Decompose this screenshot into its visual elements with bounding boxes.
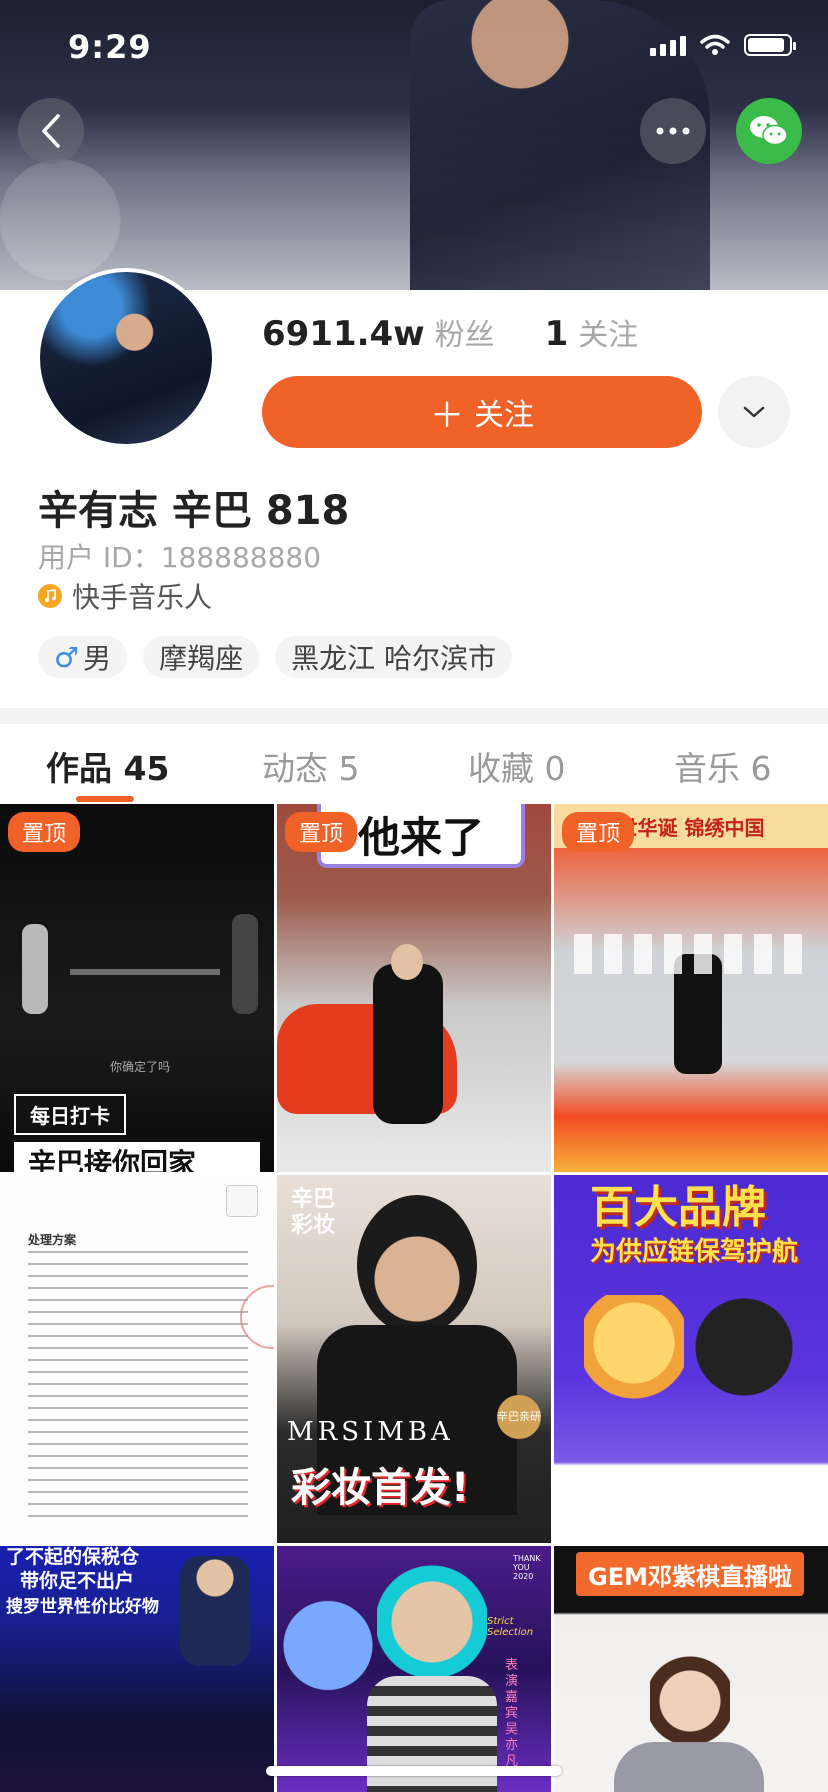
gender-label: 男 [83,642,112,675]
work-item[interactable]: 处理方案 [0,1175,274,1543]
wechat-icon [750,116,788,146]
pinned-badge: 置顶 [562,812,635,852]
work-caption: 带你足不出户 [20,1570,135,1592]
pinned-badge: 置顶 [8,812,81,852]
profile-stats: 6911.4w 粉丝 1 关注 [262,310,638,354]
follow-button[interactable]: ＋ 关注 [262,376,702,448]
work-item[interactable]: 了不起的保税仓 带你足不出户 搜罗世界性价比好物 [0,1546,274,1792]
pinned-badge: 置顶 [285,812,358,852]
back-button[interactable] [18,98,84,164]
verified-row: 快手音乐人 [38,576,212,616]
work-caption: 彩妆首发! [291,1465,470,1511]
verified-label: 快手音乐人 [72,581,213,614]
tab-music[interactable]: 音乐 6 [674,742,772,790]
work-item[interactable]: 他来了 置顶 [277,804,551,1172]
work-caption: 彩妆 [291,1213,336,1238]
work-item[interactable]: THANK YOU 2020 Strict Selection 表演嘉宾 吴亦凡 [277,1546,551,1792]
work-item[interactable]: 辛巴 彩妆 MRSIMBA 彩妆首发! 辛巴亲研 [277,1175,551,1543]
work-caption: 百大品牌 [590,1182,766,1233]
work-caption: 搜罗世界性价比好物 [6,1597,159,1617]
work-caption: MRSIMBA [287,1417,454,1447]
active-tab-indicator [76,796,134,802]
work-item[interactable]: 百大品牌 为供应链保驾护航 [554,1175,828,1543]
more-dots-icon [656,127,690,135]
wechat-share-button[interactable] [736,98,802,164]
status-time: 9:29 [68,28,152,66]
profile-tags: ♂ 男 摩羯座 黑龙江 哈尔滨市 [38,636,513,678]
work-caption: 辛巴 [291,1187,336,1212]
work-caption: GEM邓紫棋直播啦 [576,1552,804,1596]
wifi-icon [700,34,730,56]
profile-name: 辛有志 辛巴 818 [38,488,350,534]
follow-button-label: 关注 [474,398,534,433]
gender-tag: ♂ 男 [38,636,128,678]
works-grid: 你确定了吗 每日打卡 辛巴接你回家 置顶 他来了 置顶 世华诞 锦绣中国 置顶 … [0,804,828,1792]
tab-works[interactable]: 作品 45 [46,742,169,790]
work-caption: 辛巴接你回家 [14,1142,260,1172]
music-note-icon [38,584,62,608]
chevron-left-icon [42,114,60,148]
following-count[interactable]: 1 [545,314,569,354]
chevron-down-icon [743,406,765,418]
tab-favorites[interactable]: 收藏 0 [468,742,566,790]
tab-moments[interactable]: 动态 5 [262,742,360,790]
following-label[interactable]: 关注 [578,310,638,354]
work-item[interactable]: 世华诞 锦绣中国 置顶 [554,804,828,1172]
location-tag: 黑龙江 哈尔滨市 [275,636,513,678]
work-caption: 每日打卡 [14,1094,126,1135]
work-caption: 你确定了吗 [110,1060,171,1074]
work-caption: Strict Selection [487,1616,534,1638]
work-item[interactable]: GEM邓紫棋直播啦 [554,1546,828,1792]
avatar-image [40,272,212,444]
fans-label[interactable]: 粉丝 [435,310,495,354]
plus-icon: ＋ [430,395,464,436]
zodiac-tag: 摩羯座 [143,636,260,678]
work-item[interactable]: 你确定了吗 每日打卡 辛巴接你回家 置顶 [0,804,274,1172]
more-button[interactable] [640,98,706,164]
work-caption: 为供应链保驾护航 [590,1237,799,1267]
work-caption: 表演嘉宾 吴亦凡 [505,1658,519,1769]
work-caption: THANK YOU 2020 [513,1554,541,1581]
content-tabs: 作品 45 动态 5 收藏 0 音乐 6 [0,724,828,804]
recommend-dropdown-button[interactable] [718,376,790,448]
signal-icon [650,34,686,56]
work-caption: 处理方案 [28,1233,77,1247]
section-divider [0,708,828,724]
work-caption: 辛巴亲研 [497,1395,541,1439]
fans-count[interactable]: 6911.4w [262,314,425,354]
status-icons [650,34,796,56]
home-indicator[interactable] [266,1766,562,1776]
battery-icon [744,34,796,56]
male-icon: ♂ [54,640,80,674]
status-bar: 9:29 [0,0,828,98]
avatar[interactable] [36,268,216,448]
user-id: 用户 ID：188888880 [38,541,322,574]
